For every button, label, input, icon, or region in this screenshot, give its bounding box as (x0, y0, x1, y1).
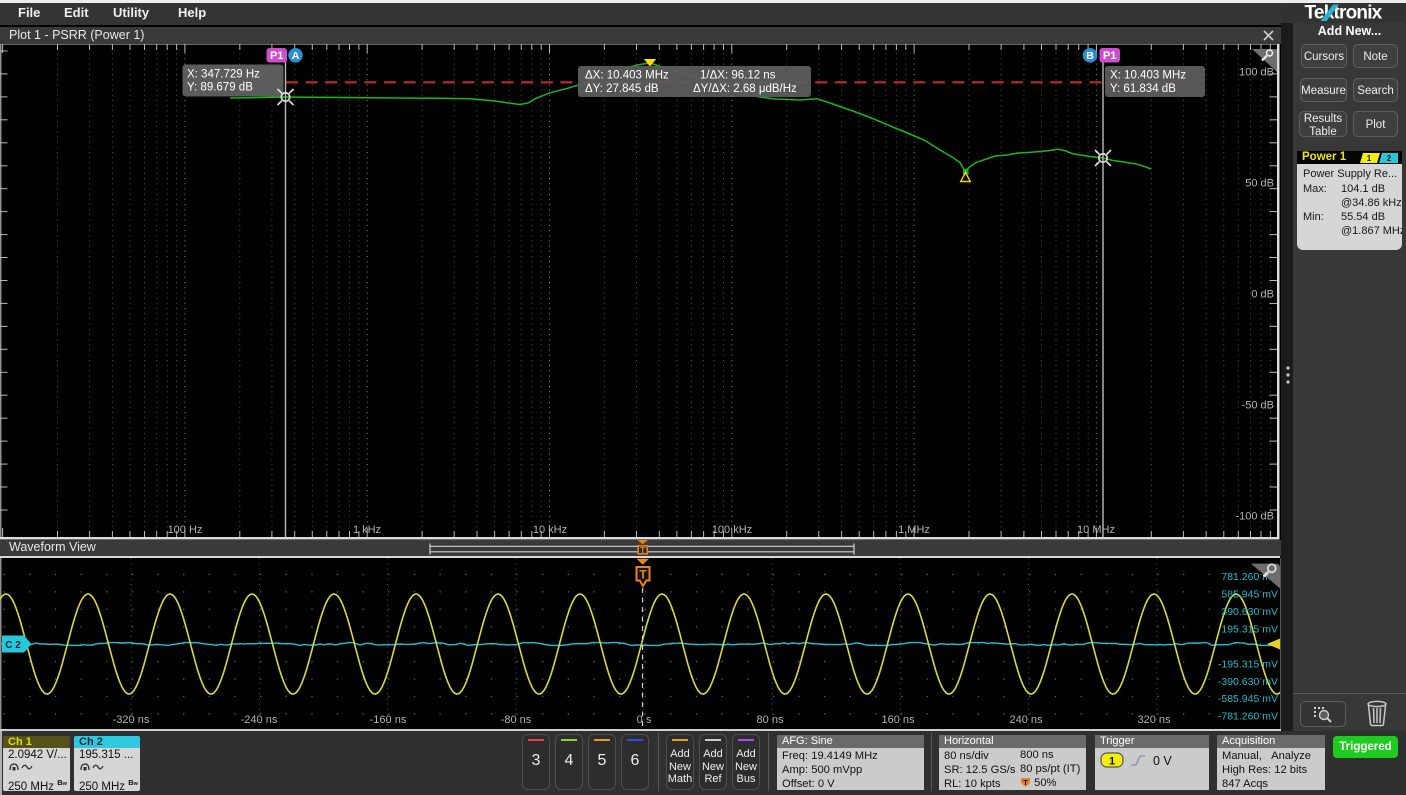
svg-text:2: 2 (1387, 154, 1392, 163)
svg-text:C 2: C 2 (5, 640, 21, 651)
svg-text:240 ns: 240 ns (1009, 714, 1043, 726)
svg-text:1: 1 (1367, 154, 1372, 163)
svg-text:-160 ns: -160 ns (370, 714, 407, 726)
svg-text:Y: 89.679 dB: Y: 89.679 dB (187, 82, 253, 94)
svg-text:1: 1 (1109, 755, 1115, 767)
svg-text:P1: P1 (1103, 50, 1116, 62)
svg-text:B: B (1086, 50, 1094, 62)
svg-text:10 kHz: 10 kHz (533, 524, 567, 536)
svg-text:1 MHz: 1 MHz (898, 524, 930, 536)
svg-text:T: T (640, 545, 646, 555)
svg-text:-100 dB: -100 dB (1235, 511, 1274, 523)
svg-text:320 ns: 320 ns (1137, 714, 1171, 726)
svg-text:-781.260 mV: -781.260 mV (1218, 711, 1278, 723)
svg-text:-390.630 mV: -390.630 mV (1218, 676, 1278, 688)
svg-text:100 Hz: 100 Hz (168, 524, 203, 536)
svg-text:0 V: 0 V (1153, 754, 1172, 768)
svg-text:100 kHz: 100 kHz (712, 524, 752, 536)
svg-text:-80 ns: -80 ns (501, 714, 532, 726)
svg-text:Y: 61.834 dB: Y: 61.834 dB (1110, 83, 1176, 95)
svg-text:-50 dB: -50 dB (1242, 400, 1274, 412)
svg-text:160 ns: 160 ns (881, 714, 915, 726)
svg-text:0 s: 0 s (637, 714, 652, 726)
svg-text:P1: P1 (270, 50, 283, 62)
svg-text:T: T (1023, 778, 1028, 787)
svg-text:-320 ns: -320 ns (113, 714, 150, 726)
svg-text:50 dB: 50 dB (1245, 178, 1274, 190)
svg-text:-240 ns: -240 ns (241, 714, 278, 726)
svg-text:1/ΔX: 96.12 ns: 1/ΔX: 96.12 ns (700, 70, 776, 82)
svg-text:ΔX: 10.403 MHz: ΔX: 10.403 MHz (585, 70, 669, 82)
svg-text:390.630 mV: 390.630 mV (1221, 606, 1278, 618)
svg-text:-585.945 mV: -585.945 mV (1218, 693, 1278, 705)
svg-text:T: T (639, 568, 647, 582)
svg-text:X: 10.403 MHz: X: 10.403 MHz (1110, 70, 1186, 82)
svg-text:585.945 mV: 585.945 mV (1221, 589, 1278, 601)
svg-text:80 ns: 80 ns (757, 714, 784, 726)
svg-text:-195.315 mV: -195.315 mV (1218, 658, 1278, 670)
svg-text:10 MHz: 10 MHz (1077, 524, 1115, 536)
svg-text:A: A (292, 50, 300, 62)
svg-text:Tektronix: Tektronix (1305, 3, 1383, 24)
svg-text:1 kHz: 1 kHz (353, 524, 381, 536)
svg-text:X: 347.729 Hz: X: 347.729 Hz (187, 69, 260, 81)
svg-text:ΔY/ΔX: 2.68 μdB/Hz: ΔY/ΔX: 2.68 μdB/Hz (693, 83, 797, 95)
svg-text:ΔY: 27.845 dB: ΔY: 27.845 dB (585, 83, 659, 95)
svg-text:0 dB: 0 dB (1251, 289, 1274, 301)
svg-text:100 dB: 100 dB (1239, 67, 1274, 79)
svg-text:195.315 mV: 195.315 mV (1221, 623, 1278, 635)
